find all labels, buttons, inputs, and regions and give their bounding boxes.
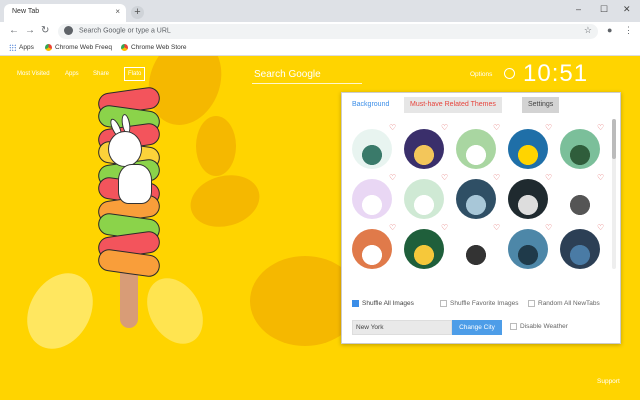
- favorite-heart-icon[interactable]: ♡: [389, 173, 396, 182]
- nav-most-visited[interactable]: Most Visited: [17, 71, 50, 77]
- theme-thumbnail[interactable]: [456, 129, 496, 169]
- omnibox-placeholder: Search Google or type a URL: [78, 27, 171, 35]
- forward-icon[interactable]: →: [25, 25, 35, 36]
- reload-icon[interactable]: ↻: [41, 25, 49, 36]
- close-tab-icon[interactable]: ×: [115, 7, 120, 16]
- random-newtabs-option[interactable]: Random All NewTabs: [528, 300, 600, 307]
- disable-weather-option[interactable]: Disable Weather: [510, 323, 568, 330]
- chrome-web-store-icon: [121, 44, 128, 51]
- theme-thumbnail[interactable]: [404, 229, 444, 269]
- shuffle-all-option[interactable]: Shuffle All Images: [352, 300, 414, 307]
- theme-thumbnail[interactable]: [508, 229, 548, 269]
- theme-thumbnail[interactable]: [508, 129, 548, 169]
- disable-weather-checkbox[interactable]: [510, 323, 517, 330]
- favorite-heart-icon[interactable]: ♡: [389, 123, 396, 132]
- theme-thumbnail[interactable]: [560, 229, 600, 269]
- profile-icon[interactable]: ●: [607, 25, 612, 35]
- apps-grid-icon: [9, 44, 16, 51]
- favorite-heart-icon[interactable]: ♡: [441, 123, 448, 132]
- scrollbar-thumb[interactable]: [612, 119, 616, 159]
- favorite-heart-icon[interactable]: ♡: [545, 173, 552, 182]
- back-icon[interactable]: ←: [9, 25, 19, 36]
- random-newtabs-checkbox[interactable]: [528, 300, 535, 307]
- theme-thumbnail[interactable]: [352, 229, 392, 269]
- clock-icon[interactable]: [504, 68, 515, 79]
- bunny-body: [118, 164, 152, 204]
- change-city-button[interactable]: Change City: [452, 320, 502, 335]
- panel-scrollbar[interactable]: [612, 119, 616, 269]
- favorite-heart-icon[interactable]: ♡: [389, 223, 396, 232]
- google-icon: [64, 26, 73, 35]
- bunny-character: [108, 131, 142, 167]
- clock-time: 10:51: [523, 60, 589, 87]
- nav-apps[interactable]: Apps: [65, 71, 79, 77]
- shuffle-favorite-option[interactable]: Shuffle Favorite Images: [440, 300, 519, 307]
- favorite-heart-icon[interactable]: ♡: [441, 173, 448, 182]
- background-blob: [196, 116, 236, 176]
- omnibox[interactable]: Search Google or type a URL ☆: [58, 24, 598, 39]
- tab-related-themes[interactable]: Must-have Related Themes: [404, 97, 502, 113]
- options-button[interactable]: Options: [470, 71, 492, 78]
- maximize-icon[interactable]: ☐: [600, 4, 608, 15]
- favorite-heart-icon[interactable]: ♡: [597, 173, 604, 182]
- search-input[interactable]: Search Google: [252, 66, 362, 84]
- bookmark-chrome-web-store[interactable]: Chrome Web Store: [121, 44, 187, 51]
- city-input[interactable]: [352, 320, 452, 335]
- background-blob: [184, 167, 266, 235]
- background-blob: [135, 268, 215, 354]
- bookmark-star-icon[interactable]: ☆: [584, 25, 592, 36]
- tab-background[interactable]: Background: [346, 97, 396, 113]
- browser-toolbar: ← → ↻ Search Google or type a URL ☆ ● ⋮: [0, 22, 640, 41]
- theme-panel: Background Must-have Related Themes Sett…: [341, 92, 621, 344]
- tab-settings[interactable]: Settings: [522, 97, 560, 113]
- menu-icon[interactable]: ⋮: [624, 25, 633, 36]
- theme-thumbnail[interactable]: [456, 229, 496, 269]
- shuffle-all-checkbox[interactable]: [352, 300, 359, 307]
- theme-thumbnail[interactable]: [404, 129, 444, 169]
- new-tab-page: Most Visited Apps Share Flato Search Goo…: [0, 56, 640, 400]
- theme-thumbnail[interactable]: [560, 179, 600, 219]
- favorite-heart-icon[interactable]: ♡: [597, 223, 604, 232]
- close-window-icon[interactable]: ✕: [623, 4, 631, 15]
- favorite-heart-icon[interactable]: ♡: [545, 123, 552, 132]
- tab-title: New Tab: [12, 8, 40, 15]
- favorite-heart-icon[interactable]: ♡: [493, 223, 500, 232]
- tab-new-tab[interactable]: New Tab ×: [4, 4, 126, 22]
- chrome-web-store-icon: [45, 44, 52, 51]
- background-blob: [14, 261, 106, 361]
- tab-strip: New Tab × + – ☐ ✕: [0, 0, 640, 22]
- nav-share[interactable]: Share: [93, 71, 109, 77]
- favorite-heart-icon[interactable]: ♡: [493, 173, 500, 182]
- support-link[interactable]: Support: [597, 378, 620, 385]
- favorite-heart-icon[interactable]: ♡: [597, 123, 604, 132]
- nav-flato[interactable]: Flato: [124, 67, 146, 81]
- favorite-heart-icon[interactable]: ♡: [441, 223, 448, 232]
- bookmark-apps[interactable]: Apps: [9, 44, 34, 51]
- favorite-heart-icon[interactable]: ♡: [493, 123, 500, 132]
- theme-thumbnail[interactable]: [508, 179, 548, 219]
- theme-thumbnail[interactable]: [404, 179, 444, 219]
- minimize-icon[interactable]: –: [576, 4, 581, 14]
- thumbnail-grid: ♡♡♡♡♡♡♡♡♡♡♡♡♡♡♡♡♡♡♡♡: [350, 123, 606, 273]
- bookmark-chrome-web-freeq[interactable]: Chrome Web Freeq: [45, 44, 112, 51]
- shuffle-favorite-checkbox[interactable]: [440, 300, 447, 307]
- theme-thumbnail[interactable]: [352, 179, 392, 219]
- theme-thumbnail[interactable]: [456, 179, 496, 219]
- favorite-heart-icon[interactable]: ♡: [545, 223, 552, 232]
- theme-thumbnail[interactable]: [352, 129, 392, 169]
- new-tab-button[interactable]: +: [131, 6, 144, 19]
- theme-thumbnail[interactable]: [560, 129, 600, 169]
- bookmarks-bar: Apps Chrome Web Freeq Chrome Web Store: [0, 41, 640, 56]
